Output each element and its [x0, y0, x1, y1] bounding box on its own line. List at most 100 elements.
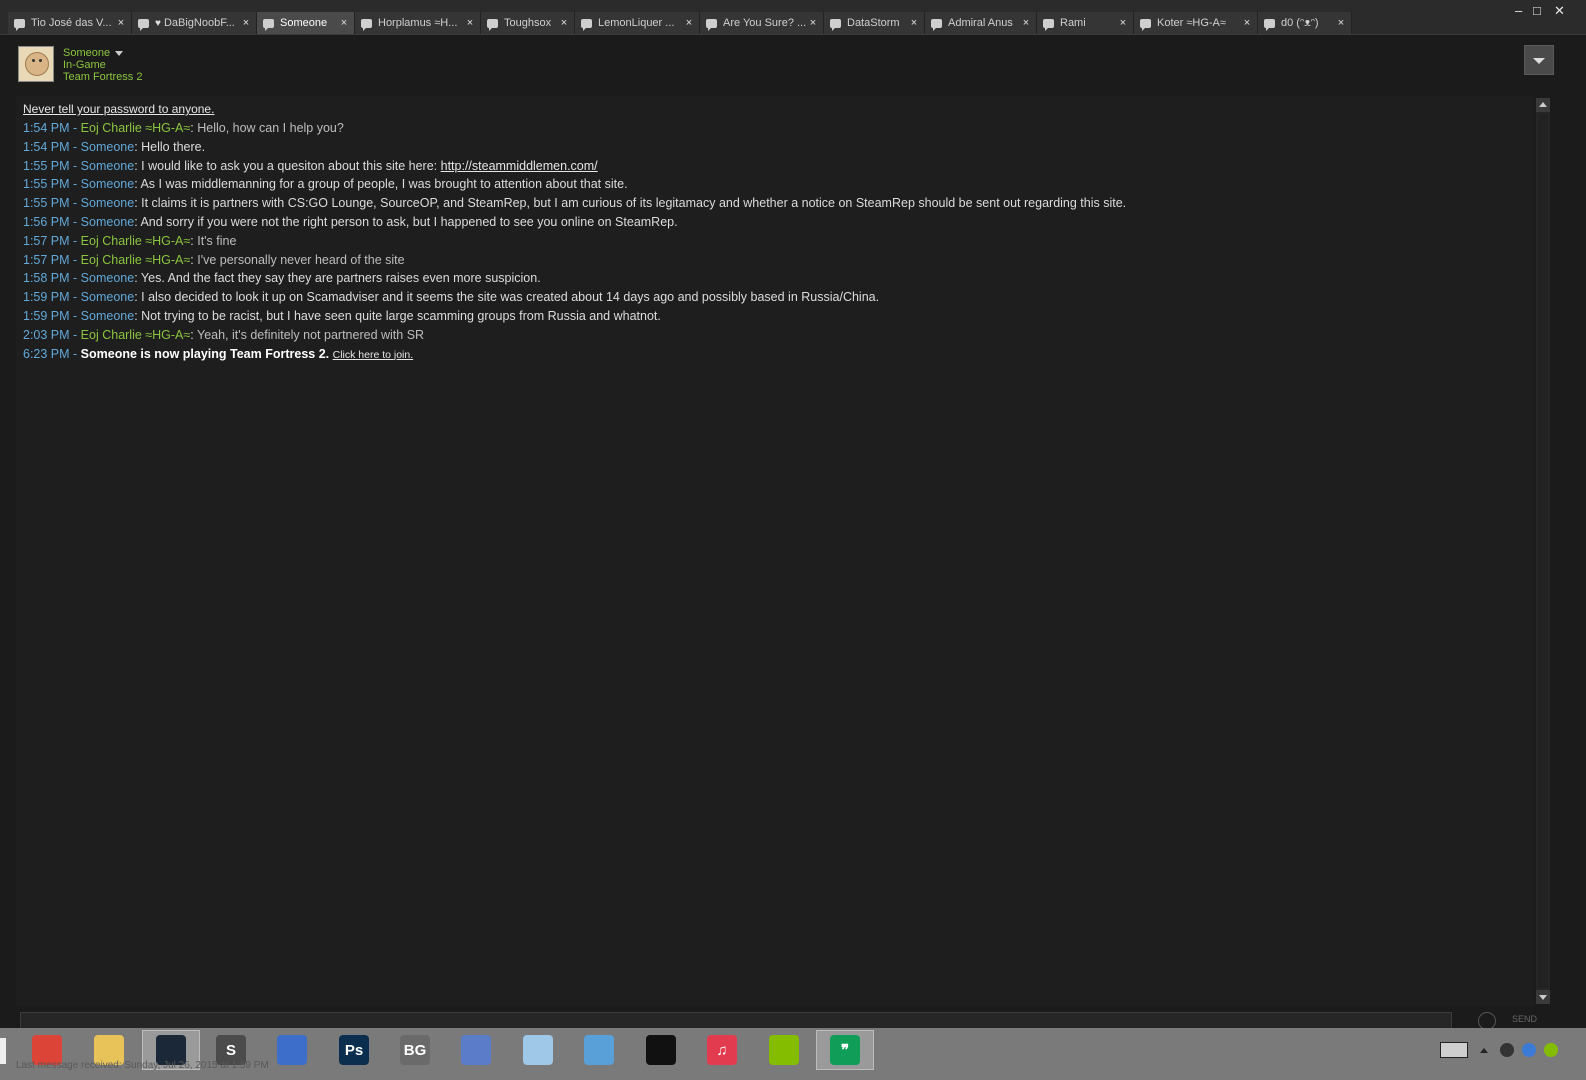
- chat-tab-bar: Tio José das V... × ♥ DaBigNoobF... × Someone…: [0, 0, 1586, 35]
- taskbar-app-button[interactable]: BG: [386, 1030, 444, 1070]
- chat-tab[interactable]: Koter ≈HG-A≈ ×: [1134, 12, 1258, 34]
- avatar-face-icon: [25, 52, 49, 76]
- message-text: Hello there.: [141, 139, 206, 154]
- spotify-icon: [769, 1035, 799, 1065]
- message-sender[interactable]: Eoj Charlie ≈HG-A≈: [81, 253, 191, 267]
- join-game-link[interactable]: Click here to join.: [333, 349, 414, 361]
- message-sender[interactable]: Someone: [81, 140, 135, 154]
- chat-tab[interactable]: Horplamus ≈H... ×: [355, 12, 481, 34]
- keyboard-icon[interactable]: [1440, 1042, 1468, 1058]
- message-text: As I was middlemanning for a group of pe…: [140, 177, 628, 192]
- chat-tab[interactable]: LemonLiquer ... ×: [575, 12, 700, 34]
- taskbar-app-button[interactable]: ❞: [816, 1030, 874, 1070]
- close-tab-icon[interactable]: ×: [337, 17, 351, 29]
- message-separator: -: [69, 252, 81, 267]
- taskbar-app-button[interactable]: [447, 1030, 505, 1070]
- message-sender[interactable]: Eoj Charlie ≈HG-A≈: [81, 234, 191, 248]
- chat-tab[interactable]: ♥ DaBigNoobF... ×: [132, 12, 257, 34]
- chat-menu-button[interactable]: [1524, 45, 1554, 75]
- start-button[interactable]: [0, 1038, 6, 1064]
- close-tab-icon[interactable]: ×: [1019, 17, 1033, 29]
- close-window-button[interactable]: ✕: [1554, 3, 1565, 19]
- persona-name-row[interactable]: Someone: [63, 47, 142, 59]
- message-row: 1:55 PM - Someone: As I was middlemannin…: [23, 177, 628, 191]
- chat-tab[interactable]: Someone ×: [257, 12, 355, 34]
- taskbar-app-button[interactable]: [263, 1030, 321, 1070]
- chat-tab-label: Toughsox: [504, 17, 552, 29]
- message-sender[interactable]: Someone: [81, 271, 135, 285]
- close-tab-icon[interactable]: ×: [907, 17, 921, 29]
- close-tab-icon[interactable]: ×: [1240, 17, 1254, 29]
- minimize-button[interactable]: –: [1515, 3, 1522, 18]
- persona-name[interactable]: Someone: [63, 47, 110, 59]
- taskbar-app-button[interactable]: [570, 1030, 628, 1070]
- message-sender[interactable]: Someone: [81, 159, 135, 173]
- taskbar-app-button[interactable]: [509, 1030, 567, 1070]
- message-sender[interactable]: Someone: [81, 215, 135, 229]
- avatar[interactable]: [18, 46, 54, 82]
- chat-tab-label: LemonLiquer ...: [598, 17, 675, 29]
- message-text: Yeah, it's definitely not partnered with…: [197, 327, 425, 342]
- chat-bubble-icon: [487, 18, 498, 31]
- taskbar-app-button[interactable]: ♫: [693, 1030, 751, 1070]
- chat-scrollbar[interactable]: [1536, 98, 1550, 1004]
- chevron-up-icon[interactable]: [1480, 1047, 1488, 1053]
- close-tab-icon[interactable]: ×: [239, 17, 253, 29]
- message-time: 1:58 PM: [23, 271, 70, 286]
- scroll-down-icon[interactable]: [1536, 990, 1550, 1004]
- scroll-up-icon[interactable]: [1536, 98, 1550, 112]
- chat-tab[interactable]: Toughsox ×: [481, 12, 575, 34]
- persona-status: In-Game: [63, 59, 106, 71]
- message-time: 1:55 PM: [23, 177, 70, 192]
- control-panel-icon: [584, 1035, 614, 1065]
- message-row: 1:59 PM - Someone: Not trying to be raci…: [23, 309, 661, 323]
- close-tab-icon[interactable]: ×: [114, 17, 128, 29]
- computer-app-icon: [461, 1035, 491, 1065]
- close-tab-icon[interactable]: ×: [806, 17, 820, 29]
- message-text: Hello, how can I help you?: [197, 121, 344, 135]
- taskbar-app-button[interactable]: Ps: [325, 1030, 383, 1070]
- message-link[interactable]: http://steammiddlemen.com/: [441, 159, 598, 173]
- maximize-button[interactable]: □: [1533, 3, 1541, 18]
- chat-tab[interactable]: Are You Sure? ... ×: [700, 12, 824, 34]
- message-sender[interactable]: Eoj Charlie ≈HG-A≈: [81, 328, 191, 342]
- obs-icon: [646, 1035, 676, 1065]
- chat-bubble-icon: [706, 18, 717, 31]
- shield-icon[interactable]: [1522, 1043, 1536, 1057]
- message-separator: -: [69, 309, 81, 323]
- close-tab-icon[interactable]: ×: [1116, 17, 1130, 29]
- chevron-down-icon[interactable]: [115, 50, 124, 56]
- network-icon[interactable]: [1500, 1043, 1514, 1057]
- message-sender[interactable]: Eoj Charlie ≈HG-A≈: [81, 121, 191, 135]
- message-sender[interactable]: Someone: [81, 196, 135, 210]
- close-tab-icon[interactable]: ×: [1334, 17, 1348, 29]
- chat-tab-label: Are You Sure? ...: [723, 17, 806, 29]
- message-text: Not trying to be racist, but I have seen…: [141, 309, 661, 323]
- chat-tab[interactable]: Rami ×: [1037, 12, 1134, 34]
- close-tab-icon[interactable]: ×: [682, 17, 696, 29]
- chat-tab[interactable]: Admiral Anus ×: [925, 12, 1037, 34]
- friend-header: Someone In-Game Team Fortress 2: [16, 44, 1556, 90]
- chat-tab[interactable]: DataStorm ×: [824, 12, 925, 34]
- message-time: 1:57 PM: [23, 233, 70, 248]
- chat-bubble-icon: [14, 18, 25, 31]
- message-time: 6:23 PM: [23, 346, 70, 361]
- message-text: It claims it is partners with CS:GO Loun…: [141, 196, 1127, 211]
- chat-tab[interactable]: Tio José das V... ×: [8, 12, 132, 34]
- message-sender[interactable]: Someone: [81, 290, 135, 304]
- message-time: 1:54 PM: [23, 121, 70, 135]
- close-tab-icon[interactable]: ×: [557, 17, 571, 29]
- message-text: And sorry if you were not the right pers…: [140, 215, 678, 229]
- send-button[interactable]: SEND: [1512, 1014, 1537, 1024]
- message-separator: -: [69, 327, 81, 342]
- taskbar-app-button[interactable]: [755, 1030, 813, 1070]
- message-sender[interactable]: Someone: [81, 309, 135, 323]
- taskbar-app-button[interactable]: [632, 1030, 690, 1070]
- chat-tab[interactable]: d0 (ᵔᴥᵔ) ×: [1258, 12, 1352, 34]
- app-tray-icon[interactable]: [1544, 1043, 1558, 1057]
- close-tab-icon[interactable]: ×: [463, 17, 477, 29]
- scroll-track[interactable]: [1538, 114, 1548, 988]
- message-sender[interactable]: Someone: [81, 177, 135, 191]
- message-time: 1:57 PM: [23, 252, 70, 267]
- chat-bubble-icon: [263, 18, 274, 31]
